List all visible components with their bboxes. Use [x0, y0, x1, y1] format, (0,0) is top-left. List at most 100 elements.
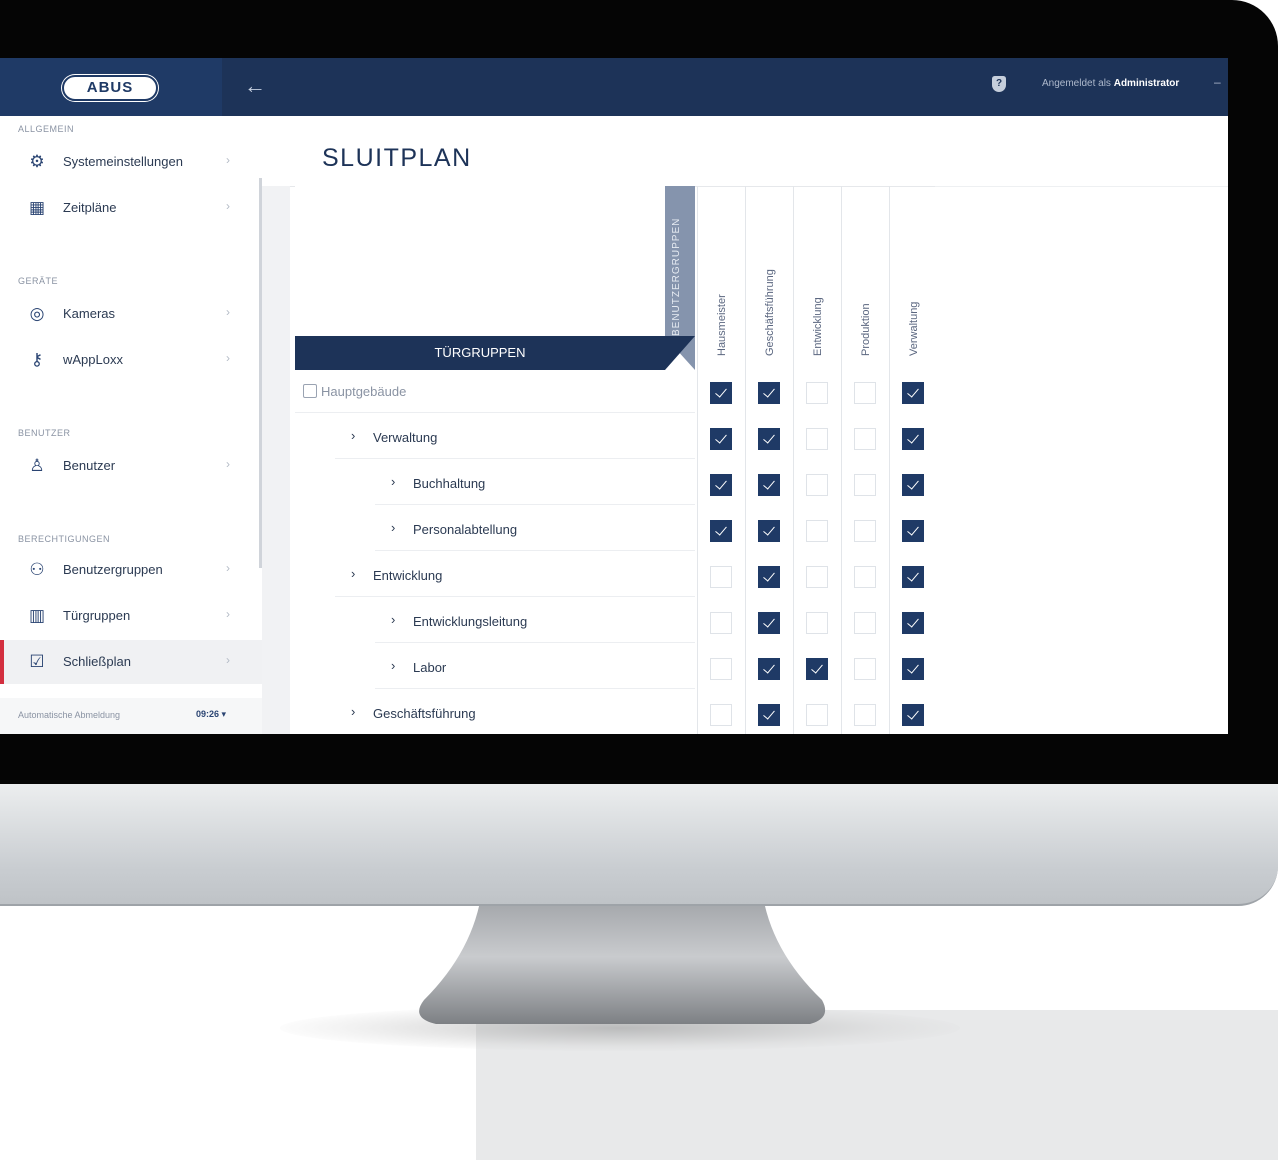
sidebar: ALLGEMEIN ⚙ Systemeinstellungen › ▦ Zeit…	[0, 116, 263, 734]
row-label: Entwicklungsleitung	[413, 614, 528, 629]
matrix-row: › Entwicklungsleitung	[295, 600, 924, 646]
matrix-row: Hauptgebäude	[295, 370, 924, 416]
chevron-down-icon[interactable]: –	[1214, 75, 1221, 89]
arrow-left-icon[interactable]: ←	[244, 73, 266, 99]
page-title: SLUITPLAN	[322, 144, 472, 172]
chevron-right-icon[interactable]: ›	[391, 658, 395, 673]
chevron-right-icon: ›	[226, 607, 230, 621]
chevron-right-icon[interactable]: ›	[351, 566, 355, 581]
matrix-row: › Personalabtellung	[295, 508, 924, 554]
checkbox-unchecked[interactable]	[854, 520, 876, 542]
column-header: Geschäftsführung	[764, 269, 776, 356]
checkbox-unchecked[interactable]	[854, 704, 876, 726]
checkbox-unchecked[interactable]	[806, 704, 828, 726]
sidebar-item-label: Schließplan	[63, 654, 131, 669]
checkbox-unchecked[interactable]	[854, 474, 876, 496]
column-header: Hausmeister	[716, 294, 728, 356]
checkbox-icon: ☑	[29, 652, 45, 671]
checkbox-unchecked[interactable]	[806, 382, 828, 404]
abus-logo: ABUS	[62, 75, 158, 101]
chevron-right-icon: ›	[226, 561, 230, 575]
checkbox-unchecked[interactable]	[710, 612, 732, 634]
chevron-right-icon[interactable]: ›	[391, 612, 395, 627]
sidebar-item-benutzer[interactable]: ♙ Benutzer ›	[0, 444, 262, 488]
section-allgemein: ALLGEMEIN	[18, 124, 75, 134]
sidebar-item-systemeinstellungen[interactable]: ⚙ Systemeinstellungen ›	[0, 140, 262, 184]
monitor-stand	[419, 890, 826, 1024]
checkbox-checked[interactable]	[758, 382, 780, 404]
checkbox-unchecked[interactable]	[854, 428, 876, 450]
matrix-row: › Labor	[295, 646, 924, 692]
calendar-icon: ▦	[28, 198, 46, 217]
login-status[interactable]: Angemeldet als Administrator	[1042, 78, 1179, 89]
sidebar-item-wapploxx[interactable]: ⚷ wAppLoxx ›	[0, 338, 262, 382]
checkbox-checked[interactable]	[902, 474, 924, 496]
checkbox-unchecked[interactable]	[854, 658, 876, 680]
matrix-column: Verwaltung	[889, 186, 938, 734]
checkbox-checked[interactable]	[902, 520, 924, 542]
row-label: Buchhaltung	[413, 476, 486, 491]
camera-icon: ◎	[29, 304, 45, 323]
checkbox-unchecked[interactable]	[806, 428, 828, 450]
checkbox-unchecked[interactable]	[710, 566, 732, 588]
checkbox-checked[interactable]	[710, 428, 732, 450]
sidebar-item-zeitplaene[interactable]: ▦ Zeitpläne ›	[0, 186, 262, 230]
checkbox-checked[interactable]	[710, 474, 732, 496]
checkbox-unchecked[interactable]	[806, 474, 828, 496]
locking-plan-matrix: BENUTZERGRUPPEN TÜRGRUPPEN Hausmeister Ge…	[295, 186, 935, 734]
checkbox-unchecked[interactable]	[710, 658, 732, 680]
checkbox-unchecked[interactable]	[854, 566, 876, 588]
sidebar-item-benutzergruppen[interactable]: ⚇ Benutzergruppen ›	[0, 548, 262, 592]
checkbox-checked[interactable]	[758, 612, 780, 634]
checkbox-unchecked[interactable]	[806, 520, 828, 542]
row-label: Labor	[413, 660, 447, 675]
chevron-right-icon[interactable]: ›	[391, 520, 395, 535]
monitor-chin	[0, 784, 1278, 906]
sidebar-item-schliessplan[interactable]: ☑ Schließplan ›	[0, 640, 262, 684]
column-header: Entwicklung	[812, 297, 824, 356]
checkbox-checked[interactable]	[902, 658, 924, 680]
checkbox-checked[interactable]	[902, 382, 924, 404]
users-icon: ⚇	[29, 560, 45, 579]
checkbox-checked[interactable]	[758, 566, 780, 588]
auto-logout[interactable]: Automatische Abmeldung 09:26 ▾	[0, 698, 262, 734]
section-geraete: GERÄTE	[18, 276, 59, 286]
sidebar-item-kameras[interactable]: ◎ Kameras ›	[0, 292, 262, 336]
row-label: Verwaltung	[373, 430, 438, 445]
checkbox-checked[interactable]	[758, 658, 780, 680]
checkbox-checked[interactable]	[902, 612, 924, 634]
checkbox-checked[interactable]	[902, 704, 924, 726]
checkbox-unchecked[interactable]	[854, 612, 876, 634]
chevron-right-icon: ›	[226, 351, 230, 365]
chevron-right-icon[interactable]: ›	[351, 704, 355, 719]
checkbox-checked[interactable]	[758, 428, 780, 450]
content-gutter	[262, 186, 290, 734]
sidebar-item-tuergruppen[interactable]: ▥ Türgruppen ›	[0, 594, 262, 638]
checkbox-checked[interactable]	[758, 704, 780, 726]
row-label: Hauptgebäude	[321, 384, 407, 399]
column-header: Produktion	[860, 303, 872, 356]
checkbox-unchecked[interactable]	[854, 382, 876, 404]
matrix-header	[295, 186, 695, 336]
sidebar-item-label: Zeitpläne	[63, 200, 117, 215]
checkbox-checked[interactable]	[758, 474, 780, 496]
checkbox-checked[interactable]	[710, 520, 732, 542]
section-benutzer: BENUTZER	[18, 428, 71, 438]
chevron-right-icon[interactable]: ›	[391, 474, 395, 489]
checkbox-unchecked[interactable]	[710, 704, 732, 726]
checkbox-checked[interactable]	[806, 658, 828, 680]
checkbox-checked[interactable]	[758, 520, 780, 542]
chevron-right-icon[interactable]: ›	[351, 428, 355, 443]
key-icon: ⚷	[30, 350, 44, 369]
top-bar: ABUS ← ? Angemeldet als Administrator –	[0, 58, 1228, 116]
checkbox-unchecked[interactable]	[806, 612, 828, 634]
checkbox-checked[interactable]	[710, 382, 732, 404]
tuergruppen-band: TÜRGRUPPEN	[295, 336, 665, 370]
chevron-right-icon: ›	[226, 457, 230, 471]
checkbox-unchecked[interactable]	[806, 566, 828, 588]
checkbox-checked[interactable]	[902, 428, 924, 450]
auto-logout-timer[interactable]: 09:26 ▾	[196, 709, 226, 720]
checkbox-checked[interactable]	[902, 566, 924, 588]
matrix-column: Entwicklung	[793, 186, 842, 734]
column-header: Verwaltung	[908, 301, 920, 356]
